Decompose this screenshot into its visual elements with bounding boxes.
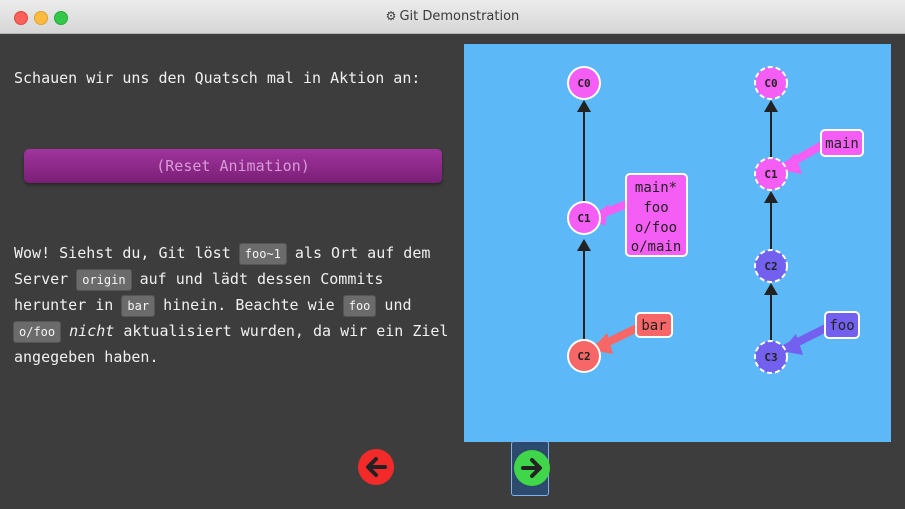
local-commit-c1-label: C1 (577, 212, 591, 225)
branch-label-o-main: o/main (631, 239, 682, 255)
code-foo: foo (343, 296, 376, 316)
local-arrowhead-c0 (577, 100, 591, 112)
reset-animation-button[interactable]: (Reset Animation) (24, 149, 442, 183)
branch-label-foo-local: foo (643, 200, 668, 216)
emphasis-nicht: nicht (69, 322, 115, 340)
title-bar: ⚙ Git Demonstration (0, 0, 905, 34)
forward-button[interactable] (514, 450, 550, 486)
git-visualization: C0 C1 C2 C0 C1 C2 C3 main* foo o/foo o/m… (464, 44, 891, 442)
local-commit-c2-label: C2 (577, 350, 590, 363)
remote-arrowhead-c2 (764, 283, 778, 295)
code-origin: origin (77, 270, 131, 290)
remote-commit-c3-label: C3 (764, 351, 777, 364)
local-commit-c0-label: C0 (577, 77, 590, 90)
app-window: ⚙ Git Demonstration Schauen wir uns den Q… (0, 0, 905, 509)
explanation-text: Wow! Siehst du, Git löst foo~1 als Ort a… (14, 244, 449, 366)
intro-text: Schauen wir uns den Quatsch mal in Aktio… (14, 69, 421, 87)
branch-label-main-star: main* (635, 180, 677, 196)
remote-commit-c2-label: C2 (764, 260, 777, 273)
code-o-foo: o/foo (14, 322, 61, 342)
remote-arrowhead-c0 (764, 100, 778, 112)
remote-commit-c1-label: C1 (764, 168, 778, 181)
branch-label-o-foo: o/foo (635, 220, 677, 236)
window-title: ⚙ Git Demonstration (385, 9, 520, 24)
git-graph: C0 C1 C2 C0 C1 C2 C3 main* foo o/foo o/m… (567, 66, 864, 374)
branch-label-foo-remote: foo (829, 318, 854, 334)
code-bar: bar (122, 296, 155, 316)
arrow-left-icon (366, 457, 387, 477)
remote-commit-c0-label: C0 (764, 77, 777, 90)
arrow-right-icon (521, 458, 542, 478)
local-arrowhead-c1 (577, 239, 591, 251)
branch-label-main-remote: main (825, 136, 859, 152)
remote-arrowhead-c1 (764, 191, 778, 203)
back-button[interactable] (358, 449, 394, 485)
forward-button-focus-ring (511, 441, 550, 496)
gear-icon: ⚙ (385, 9, 397, 23)
code-foo-tilde: foo~1 (239, 244, 286, 264)
branch-label-bar: bar (641, 318, 666, 334)
